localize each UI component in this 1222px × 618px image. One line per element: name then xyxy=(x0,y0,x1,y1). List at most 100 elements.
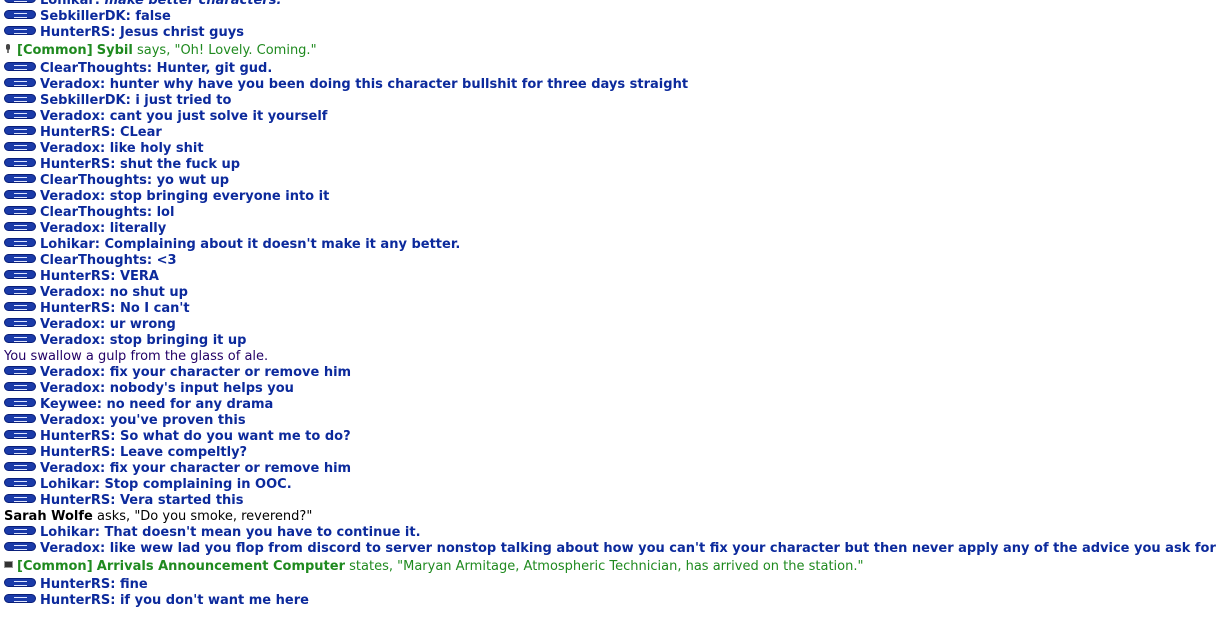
ooc-sender[interactable]: HunterRS xyxy=(40,577,110,592)
ooc-message-line: HunterRS: Leave compeltly? xyxy=(4,445,1222,461)
ooc-message-line: ClearThoughts: <3 xyxy=(4,253,1222,269)
ooc-message-line: Veradox: ur wrong xyxy=(4,317,1222,333)
ooc-sender[interactable]: Veradox xyxy=(40,221,100,236)
ooc-sender[interactable]: ClearThoughts xyxy=(40,173,147,188)
chat-log: Lohikar: make better characters. Sebkille… xyxy=(4,0,1222,609)
ooc-tag-icon xyxy=(4,110,36,119)
ooc-sender[interactable]: Veradox xyxy=(40,333,100,348)
ooc-message: <3 xyxy=(156,253,177,268)
ooc-message: Jesus christ guys xyxy=(119,25,244,40)
ooc-tag-icon xyxy=(4,126,36,135)
ooc-message: stop bringing it up xyxy=(109,333,247,348)
emote-line: You swallow a gulp from the glass of ale… xyxy=(4,349,1222,365)
ooc-message-line: SebkillerDK: false xyxy=(4,9,1222,25)
ooc-sender[interactable]: Veradox xyxy=(40,381,100,396)
ooc-tag-icon xyxy=(4,366,36,375)
ooc-message: fix your character or remove him xyxy=(109,365,352,380)
ooc-sender[interactable]: Veradox xyxy=(40,189,100,204)
ooc-sender[interactable]: Veradox xyxy=(40,541,100,556)
ooc-message: i just tried to xyxy=(135,93,232,108)
radio-channel: [Common] xyxy=(17,559,93,574)
ooc-message-line: Veradox: cant you just solve it yourself xyxy=(4,109,1222,125)
ooc-message-line: HunterRS: shut the fuck up xyxy=(4,157,1222,173)
ooc-message: cant you just solve it yourself xyxy=(109,109,328,124)
ooc-sender[interactable]: HunterRS xyxy=(40,269,110,284)
ooc-message-line: Veradox: nobody's input helps you xyxy=(4,381,1222,397)
radio-speaker[interactable]: Arrivals Announcement Computer xyxy=(97,559,345,574)
ooc-message: Hunter, git gud. xyxy=(156,61,273,76)
ooc-sender[interactable]: Veradox xyxy=(40,365,100,380)
ooc-message-line: HunterRS: No I can't xyxy=(4,301,1222,317)
ooc-sender[interactable]: HunterRS xyxy=(40,445,110,460)
ooc-sender[interactable]: HunterRS xyxy=(40,25,110,40)
ooc-tag-icon xyxy=(4,222,36,231)
ooc-sender[interactable]: Lohikar xyxy=(40,0,95,8)
ooc-tag-icon xyxy=(4,286,36,295)
ooc-sender[interactable]: HunterRS xyxy=(40,493,110,508)
ooc-tag-icon xyxy=(4,318,36,327)
radio-message: "Oh! Lovely. Coming." xyxy=(174,43,317,58)
ooc-sender[interactable]: HunterRS xyxy=(40,593,110,608)
ooc-message: yo wut up xyxy=(156,173,230,188)
ooc-message-line: ClearThoughts: yo wut up xyxy=(4,173,1222,189)
ooc-tag-icon xyxy=(4,142,36,151)
local-speech-line: Sarah Wolfe asks, "Do you smoke, reveren… xyxy=(4,509,1222,525)
ooc-sender[interactable]: ClearThoughts xyxy=(40,61,147,76)
ooc-message-line: Veradox: fix your character or remove hi… xyxy=(4,365,1222,381)
ooc-message: no need for any drama xyxy=(106,397,274,412)
ooc-tag-icon xyxy=(4,594,36,603)
ooc-sender[interactable]: Veradox xyxy=(40,285,100,300)
ooc-message: false xyxy=(135,9,171,24)
ooc-sender[interactable]: SebkillerDK xyxy=(40,9,126,24)
ooc-message-line: HunterRS: CLear xyxy=(4,125,1222,141)
ooc-sender[interactable]: ClearThoughts xyxy=(40,253,147,268)
ooc-message: CLear xyxy=(119,125,162,140)
ooc-sender[interactable]: Lohikar xyxy=(40,525,95,540)
ooc-sender[interactable]: HunterRS xyxy=(40,429,110,444)
ooc-tag-icon xyxy=(4,94,36,103)
ooc-message-line: ClearThoughts: lol xyxy=(4,205,1222,221)
ooc-tag-icon xyxy=(4,302,36,311)
ooc-sender[interactable]: Lohikar xyxy=(40,477,95,492)
ooc-sender[interactable]: ClearThoughts xyxy=(40,205,147,220)
ooc-message-line: Veradox: fix your character or remove hi… xyxy=(4,461,1222,477)
ooc-message-line: HunterRS: VERA xyxy=(4,269,1222,285)
ooc-message: make better characters. xyxy=(104,0,282,8)
ooc-tag-icon xyxy=(4,430,36,439)
ooc-sender[interactable]: Veradox xyxy=(40,461,100,476)
ooc-sender[interactable]: Veradox xyxy=(40,141,100,156)
ooc-message-line: Lohikar: Stop complaining in OOC. xyxy=(4,477,1222,493)
ooc-tag-icon xyxy=(4,382,36,391)
ooc-message: So what do you want me to do? xyxy=(119,429,351,444)
radio-message-line: [Common] Sybil says, "Oh! Lovely. Coming… xyxy=(4,41,1222,61)
ooc-sender[interactable]: HunterRS xyxy=(40,125,110,140)
ooc-message: like wew lad you flop from discord to se… xyxy=(109,541,1216,556)
ooc-message-line: Keywee: no need for any drama xyxy=(4,397,1222,413)
radio-speaker[interactable]: Sybil xyxy=(97,43,133,58)
ooc-sender[interactable]: Keywee xyxy=(40,397,97,412)
ooc-tag-icon xyxy=(4,526,36,535)
ooc-message-line: Veradox: hunter why have you been doing … xyxy=(4,77,1222,93)
ooc-sender[interactable]: Veradox xyxy=(40,109,100,124)
ooc-sender[interactable]: HunterRS xyxy=(40,301,110,316)
ooc-sender[interactable]: Veradox xyxy=(40,77,100,92)
ooc-sender[interactable]: Veradox xyxy=(40,317,100,332)
ooc-message-line: Lohikar: make better characters. xyxy=(4,0,1222,9)
radio-message: "Maryan Armitage, Atmospheric Technician… xyxy=(397,559,864,574)
ooc-tag-icon xyxy=(4,78,36,87)
ooc-message-line: HunterRS: Vera started this xyxy=(4,493,1222,509)
ooc-tag-icon xyxy=(4,10,36,19)
ooc-message: fine xyxy=(119,577,148,592)
ooc-sender[interactable]: Lohikar xyxy=(40,237,95,252)
ooc-message: hunter why have you been doing this char… xyxy=(109,77,689,92)
ooc-message-line: Veradox: stop bringing everyone into it xyxy=(4,189,1222,205)
ooc-tag-icon xyxy=(4,270,36,279)
ooc-message: stop bringing everyone into it xyxy=(109,189,330,204)
ooc-message: fix your character or remove him xyxy=(109,461,352,476)
ooc-tag-icon xyxy=(4,190,36,199)
ooc-sender[interactable]: Veradox xyxy=(40,413,100,428)
ooc-sender[interactable]: HunterRS xyxy=(40,157,110,172)
local-speaker[interactable]: Sarah Wolfe xyxy=(4,509,93,524)
ooc-sender[interactable]: SebkillerDK xyxy=(40,93,126,108)
radio-channel: [Common] xyxy=(17,43,93,58)
